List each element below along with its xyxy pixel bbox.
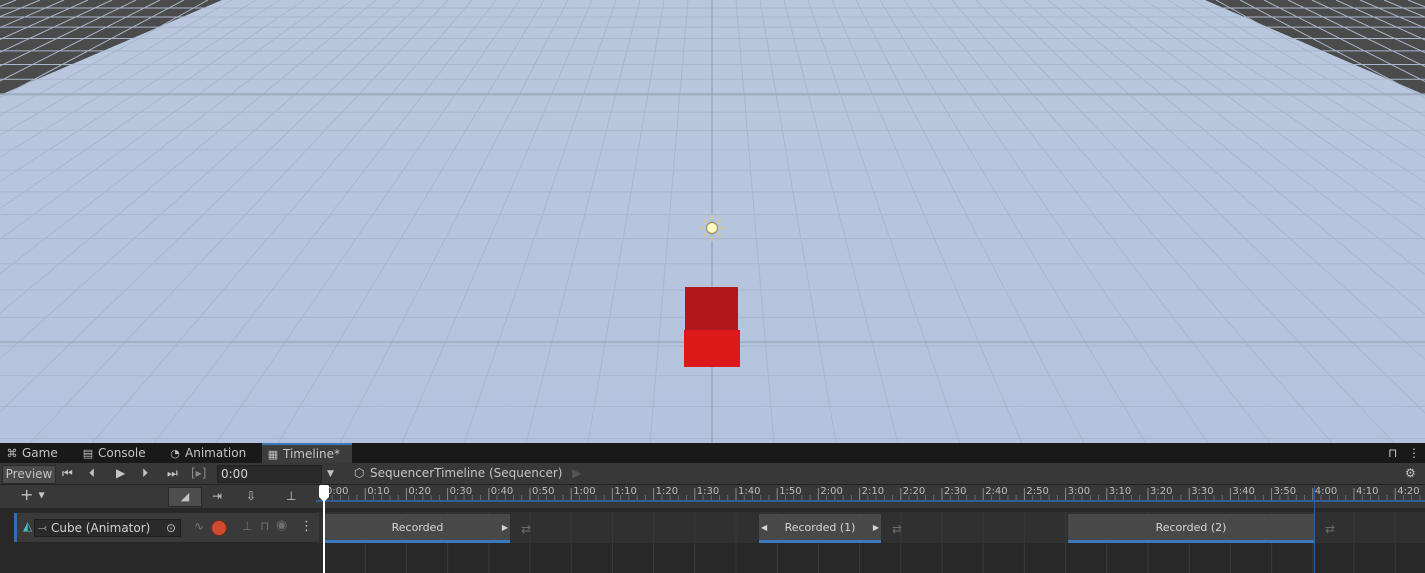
playhead-tip bbox=[319, 497, 329, 502]
go-to-start-icon[interactable]: ⏮ bbox=[62, 467, 73, 479]
tab-label: Game bbox=[22, 446, 58, 460]
animator-icon: ⤙ bbox=[38, 521, 47, 534]
track-options-icon[interactable]: ⋮ bbox=[300, 519, 313, 534]
timeline-toolbar: Preview ⏮ ⏴ ▶ ⏵ ⏭ [▸] 0:00 ▼ ⬡ Sequencer… bbox=[0, 463, 1425, 485]
play-range-button[interactable]: [▸] bbox=[191, 467, 206, 479]
loop-icon: ⇄ bbox=[521, 522, 532, 536]
ruler-tick-label: 3:50 bbox=[1273, 486, 1297, 497]
ruler-tick-label: 1:40 bbox=[738, 486, 761, 497]
lock-icon[interactable]: ⊓ bbox=[1388, 447, 1397, 459]
pin-icon[interactable]: ⊥ bbox=[242, 519, 252, 533]
tab-animation[interactable]: ◔ Animation bbox=[168, 443, 246, 463]
ruler-tick-label: 1:20 bbox=[655, 486, 679, 497]
ruler-tick-label: 4:00 bbox=[1314, 486, 1338, 497]
cube-object[interactable] bbox=[684, 287, 740, 367]
clip-bar bbox=[325, 540, 510, 543]
breadcrumb-label: SequencerTimeline (Sequencer) bbox=[370, 466, 563, 480]
ripple-mode-icon[interactable]: ⇥ bbox=[212, 490, 222, 502]
lock-icon[interactable]: ⊓ bbox=[260, 519, 269, 533]
console-icon: ▤ bbox=[82, 447, 94, 460]
ruler-tick-label: 1:50 bbox=[779, 486, 802, 497]
ruler-tick-label: 0:30 bbox=[449, 486, 473, 497]
chevron-down-icon[interactable]: ▼ bbox=[327, 468, 334, 480]
chevron-right-icon: ▶ bbox=[572, 466, 582, 480]
tab-bar: ⌘ Game ▤ Console ◔ Animation ▦ Timeline* ⊓ ⋮ bbox=[0, 443, 1425, 463]
loop-icon: ⇄ bbox=[892, 522, 903, 536]
ruler-tick-label: 1:00 bbox=[573, 486, 596, 497]
clip-edit-mode-button[interactable]: ◢ bbox=[168, 487, 202, 507]
track-binding-field[interactable]: ⤙ Cube (Animator) bbox=[34, 519, 181, 537]
ruler-tick-label: 1:10 bbox=[614, 486, 637, 497]
clip-start-arrow-icon: ◀ bbox=[761, 523, 768, 532]
breadcrumb[interactable]: ⬡ SequencerTimeline (Sequencer) ▶ bbox=[348, 463, 582, 484]
previous-frame-icon[interactable]: ⏴ bbox=[89, 467, 95, 479]
go-to-end-icon[interactable]: ⏭ bbox=[167, 467, 178, 479]
play-icon[interactable]: ▶ bbox=[116, 467, 125, 479]
clip-label: Recorded (2) bbox=[1155, 521, 1227, 534]
tab-label: Timeline* bbox=[283, 447, 341, 461]
ruler-tick-label: 2:00 bbox=[820, 486, 843, 497]
clip-bar bbox=[759, 540, 881, 543]
ruler-tick-label: 4:20 bbox=[1397, 486, 1420, 497]
tab-label: Console bbox=[98, 446, 146, 460]
ruler-tick-label: 3:20 bbox=[1150, 486, 1173, 497]
add-track-button[interactable]: + ▼ bbox=[20, 487, 45, 502]
clip-bar bbox=[1068, 540, 1314, 543]
ruler-tick-label: 2:40 bbox=[985, 486, 1008, 497]
ruler-tick-label: 3:40 bbox=[1232, 486, 1255, 497]
film-icon: ▦ bbox=[267, 448, 279, 461]
replace-mode-icon[interactable]: ⇩ bbox=[246, 490, 256, 502]
ruler-tick-label: 3:00 bbox=[1067, 486, 1091, 497]
clip-end-arrow-icon: ▶ bbox=[501, 523, 508, 532]
ruler-tick-label: 1:30 bbox=[696, 486, 720, 497]
clip-recorded[interactable]: Recorded ▶ bbox=[325, 514, 510, 543]
ruler-tick-label: 2:30 bbox=[944, 486, 967, 497]
eye-icon[interactable]: ◉ bbox=[276, 518, 287, 533]
next-frame-icon[interactable]: ⏵ bbox=[142, 467, 148, 479]
ruler-tick-label: 2:50 bbox=[1026, 486, 1049, 497]
record-button[interactable] bbox=[211, 520, 227, 536]
clip-end-arrow-icon: ▶ bbox=[872, 523, 879, 532]
tab-console[interactable]: ▤ Console bbox=[81, 443, 146, 463]
track-binding-label: Cube (Animator) bbox=[51, 521, 151, 535]
tab-label: Animation bbox=[185, 446, 247, 460]
sun-icon[interactable] bbox=[698, 214, 726, 242]
current-time-field[interactable]: 0:00 bbox=[217, 465, 322, 483]
ruler-underline bbox=[316, 500, 1425, 502]
clock-icon: ◔ bbox=[170, 447, 180, 460]
ruler-tick-label: 3:30 bbox=[1191, 486, 1214, 497]
tab-game[interactable]: ⌘ Game bbox=[5, 443, 58, 463]
ruler-tick-label: 0:20 bbox=[408, 486, 431, 497]
gamepad-icon: ⌘ bbox=[6, 447, 18, 460]
playhead-handle[interactable] bbox=[319, 485, 329, 497]
ruler-tick-label: 0:00 bbox=[326, 486, 349, 497]
loop-icon: ⇄ bbox=[1325, 522, 1336, 536]
more-options-icon[interactable]: ⋮ bbox=[1408, 447, 1420, 459]
clip-recorded-1[interactable]: ◀ Recorded (1) ▶ bbox=[759, 514, 881, 543]
ruler-tick-label: 0:40 bbox=[490, 486, 514, 497]
clip-recorded-2[interactable]: Recorded (2) bbox=[1068, 514, 1314, 543]
scene-view[interactable] bbox=[0, 0, 1425, 443]
clip-label: Recorded bbox=[391, 521, 444, 534]
ruler-tick-label: 4:10 bbox=[1356, 486, 1379, 497]
ruler-tick-label: 2:20 bbox=[902, 486, 926, 497]
preview-button[interactable]: Preview bbox=[2, 465, 56, 484]
ruler-tick-label: 0:50 bbox=[532, 486, 555, 497]
cube-outline-icon: ⬡ bbox=[354, 466, 365, 480]
curves-icon[interactable]: ∿ bbox=[194, 519, 204, 533]
clip-label: Recorded (1) bbox=[784, 521, 856, 534]
ruler-tick-label: 2:10 bbox=[861, 486, 885, 497]
animation-track-icon: ◭ bbox=[23, 519, 33, 533]
gear-icon[interactable]: ⚙ bbox=[1405, 467, 1416, 479]
tab-timeline[interactable]: ▦ Timeline* bbox=[262, 443, 352, 463]
object-picker-icon[interactable]: ⊙ bbox=[166, 521, 176, 535]
pin-icon[interactable]: ⊥ bbox=[286, 490, 296, 502]
end-marker bbox=[1314, 485, 1315, 573]
ruler-tick-label: 3:10 bbox=[1108, 486, 1132, 497]
ruler-tick-label: 0:10 bbox=[367, 486, 390, 497]
